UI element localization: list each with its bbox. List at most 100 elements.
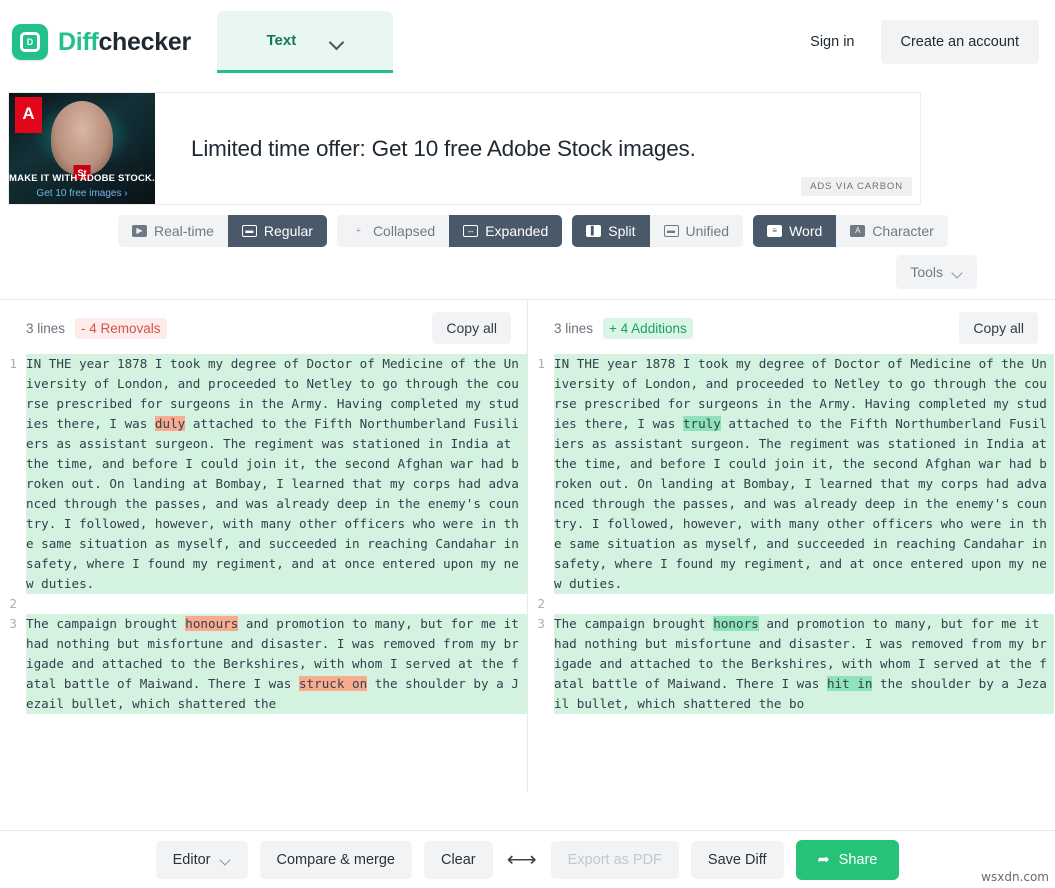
adobe-logo-letter: A xyxy=(22,103,35,123)
sign-in-button[interactable]: Sign in xyxy=(792,22,872,62)
line-number: 1 xyxy=(9,356,17,371)
split-icon: ▌ xyxy=(586,225,602,237)
diff-line: 3 The campaign brought honours and promot… xyxy=(9,614,527,714)
option-collapsed[interactable]: ÷ Collapsed xyxy=(336,215,450,247)
left-lines-count: 3 lines xyxy=(26,320,66,336)
diffchecker-logo-icon: D xyxy=(12,24,48,60)
right-pane-stats: 3 lines + 4 Additions Copy all xyxy=(528,300,1054,354)
diff-line-text[interactable]: The campaign brought honours and promoti… xyxy=(26,614,527,714)
line-number: 2 xyxy=(9,596,17,611)
compare-merge-button[interactable]: Compare & merge xyxy=(259,840,412,879)
diff-line: 2 xyxy=(9,594,527,614)
options-row-secondary: Tools xyxy=(118,255,1043,289)
diff-line: 3 The campaign brought honors and promoti… xyxy=(537,614,1054,714)
chevron-down-icon xyxy=(220,856,231,863)
segment-view-density: ÷ Collapsed ↔ Expanded xyxy=(336,215,563,247)
diff-type-label: Text xyxy=(266,32,297,49)
logo-letter: D xyxy=(26,36,34,47)
diff-line-text[interactable] xyxy=(554,594,1054,614)
create-account-button[interactable]: Create an account xyxy=(880,20,1039,64)
diff-line-text[interactable]: IN THE year 1878 I took my degree of Doc… xyxy=(26,354,527,594)
export-pdf-button[interactable]: Export as PDF xyxy=(550,840,679,879)
option-unified[interactable]: ▬ Unified xyxy=(649,215,744,247)
option-regular[interactable]: ▬ Regular xyxy=(227,215,327,247)
bottom-action-bar: Editor Compare & merge Clear ⟷ Export as… xyxy=(0,830,1055,888)
diff-highlight: honours xyxy=(185,616,239,631)
editor-label: Editor xyxy=(172,851,211,868)
brand-name: Diffchecker xyxy=(58,28,191,57)
option-word[interactable]: ≡ Word xyxy=(753,215,837,247)
left-pane-stats: 3 lines - 4 Removals Copy all xyxy=(0,300,527,354)
diff-type-select[interactable]: Text xyxy=(216,11,393,73)
collapse-icon: ÷ xyxy=(356,226,361,235)
option-unified-label: Unified xyxy=(685,223,730,239)
ad-image-face xyxy=(51,101,113,175)
diff-line: 1 IN THE year 1878 I took my degree of Do… xyxy=(537,354,1054,594)
line-number: 3 xyxy=(9,616,17,631)
diff-line-text[interactable] xyxy=(26,594,527,614)
save-diff-button[interactable]: Save Diff xyxy=(690,840,784,879)
diff-highlight: duly xyxy=(154,416,186,431)
share-button[interactable]: ➦ Share xyxy=(795,839,900,880)
removals-badge: - 4 Removals xyxy=(75,317,167,339)
left-diff-content[interactable]: 1 IN THE year 1878 I took my degree of Do… xyxy=(0,354,527,714)
diff-pane-left: 3 lines - 4 Removals Copy all 1 IN THE ye… xyxy=(0,300,527,792)
segment-update-mode: ▶ Real-time ▬ Regular xyxy=(118,215,327,247)
option-character-label: Character xyxy=(872,223,934,239)
brand-name-first: Diff xyxy=(58,27,99,56)
play-icon: ▶ xyxy=(132,225,147,237)
option-regular-label: Regular xyxy=(263,223,313,239)
ad-image[interactable]: A St MAKE IT WITH ADOBE STOCK. Get 10 fr… xyxy=(9,93,155,204)
option-split[interactable]: ▌ Split xyxy=(572,215,650,247)
diff-highlight: hit in xyxy=(826,676,873,691)
editor-dropdown[interactable]: Editor xyxy=(155,840,248,879)
ad-caption-secondary[interactable]: Get 10 free images › xyxy=(9,188,155,199)
line-number: 1 xyxy=(537,356,545,371)
ads-via-carbon-label[interactable]: ADS VIA CARBON xyxy=(801,177,912,196)
line-number: 3 xyxy=(537,616,545,631)
ad-banner[interactable]: A St MAKE IT WITH ADOBE STOCK. Get 10 fr… xyxy=(8,92,921,205)
segment-granularity: ≡ Word A Character xyxy=(753,215,948,247)
window-icon: ▬ xyxy=(241,225,257,237)
unified-icon: ▬ xyxy=(663,225,679,237)
share-icon: ➦ xyxy=(817,851,830,868)
watermark: wsxdn.com xyxy=(981,870,1049,884)
diff-line-text[interactable]: The campaign brought honors and promotio… xyxy=(554,614,1054,714)
character-icon: A xyxy=(850,225,866,237)
brand-logo[interactable]: D Diffchecker xyxy=(12,24,191,60)
diff-pane-right: 3 lines + 4 Additions Copy all 1 IN THE y… xyxy=(527,300,1054,792)
chevron-down-icon xyxy=(952,269,963,276)
app-header: D Diffchecker Text Sign in Create an acc… xyxy=(0,0,1055,84)
diff-line: 2 xyxy=(537,594,1054,614)
ad-caption-primary: MAKE IT WITH ADOBE STOCK. xyxy=(9,173,155,184)
expand-icon: ↔ xyxy=(463,225,479,237)
tools-label: Tools xyxy=(910,264,943,280)
right-diff-content[interactable]: 1 IN THE year 1878 I took my degree of Do… xyxy=(528,354,1054,714)
option-word-label: Word xyxy=(789,223,823,239)
diff-highlight: truly xyxy=(682,416,721,431)
left-copy-all-button[interactable]: Copy all xyxy=(432,312,511,344)
right-diff-scroll[interactable]: 1 IN THE year 1878 I took my degree of Do… xyxy=(528,354,1054,792)
option-split-label: Split xyxy=(608,223,636,239)
right-copy-all-button[interactable]: Copy all xyxy=(959,312,1038,344)
option-expanded[interactable]: ↔ Expanded xyxy=(449,215,563,247)
word-icon: ≡ xyxy=(767,225,783,237)
segment-layout-mode: ▌ Split ▬ Unified xyxy=(572,215,744,247)
option-expanded-label: Expanded xyxy=(485,223,549,239)
option-collapsed-label: Collapsed xyxy=(372,223,436,239)
tools-dropdown[interactable]: Tools xyxy=(896,255,977,289)
options-toolbar: ▶ Real-time ▬ Regular ÷ Collapsed ↔ Expa… xyxy=(0,205,1055,289)
right-lines-count: 3 lines xyxy=(554,320,594,336)
clear-button[interactable]: Clear xyxy=(423,840,493,879)
header-actions: Sign in Create an account xyxy=(792,20,1039,64)
swap-sides-icon[interactable]: ⟷ xyxy=(505,847,539,872)
diff-highlight: struck on xyxy=(298,676,368,691)
share-label: Share xyxy=(838,851,878,868)
option-real-time-label: Real-time xyxy=(154,223,214,239)
option-real-time[interactable]: ▶ Real-time xyxy=(118,215,228,247)
option-character[interactable]: A Character xyxy=(836,215,948,247)
diff-highlight: honors xyxy=(713,616,759,631)
left-diff-scroll[interactable]: 1 IN THE year 1878 I took my degree of Do… xyxy=(0,354,527,792)
diff-line-text[interactable]: IN THE year 1878 I took my degree of Doc… xyxy=(554,354,1054,594)
chevron-down-icon xyxy=(330,37,343,45)
